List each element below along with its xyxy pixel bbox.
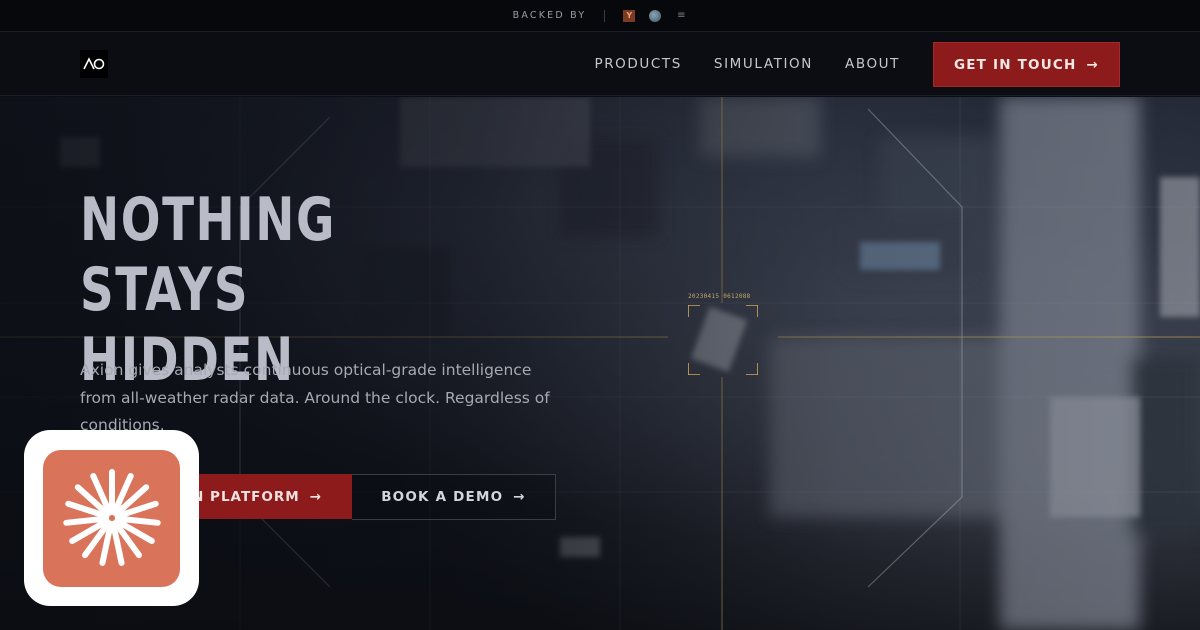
- book-demo-button[interactable]: BOOK A DEMO →: [352, 474, 556, 520]
- arrow-right-icon: →: [309, 488, 322, 505]
- headline-line-1: NOTHING STAYS: [80, 185, 336, 325]
- app-icon-tile: [43, 449, 180, 587]
- nav-link-products[interactable]: PRODUCTS: [594, 56, 681, 72]
- backed-by-bar: BACKED BY Y ≡: [0, 0, 1200, 32]
- backed-by-divider: [604, 9, 606, 22]
- nav-link-simulation[interactable]: SIMULATION: [714, 56, 813, 72]
- globe-logo-icon: [649, 9, 662, 22]
- starburst-icon: [62, 469, 161, 566]
- app-icon-badge: [24, 430, 199, 606]
- backed-by-label: BACKED BY: [512, 10, 587, 21]
- nav-links: PRODUCTS SIMULATION ABOUT: [594, 32, 900, 96]
- y-combinator-logo-icon: Y: [623, 9, 636, 22]
- arrow-right-icon: →: [513, 489, 526, 505]
- get-in-touch-button[interactable]: GET IN TOUCH →: [933, 42, 1120, 87]
- target-timestamp: 20230415 0612088: [688, 293, 751, 300]
- main-nav: PRODUCTS SIMULATION ABOUT GET IN TOUCH →: [0, 32, 1200, 96]
- arrow-right-icon: →: [1086, 56, 1099, 73]
- get-in-touch-label: GET IN TOUCH: [953, 56, 1077, 73]
- nav-link-about[interactable]: ABOUT: [845, 56, 900, 72]
- hero-subtitle: Axion gives analysts continuous optical-…: [80, 361, 550, 434]
- target-reticle-icon: [688, 305, 758, 375]
- lines-logo-icon: ≡: [677, 10, 686, 21]
- book-demo-label: BOOK A DEMO: [381, 489, 504, 505]
- axion-logo-icon: [83, 57, 105, 70]
- axion-logo[interactable]: [80, 50, 108, 78]
